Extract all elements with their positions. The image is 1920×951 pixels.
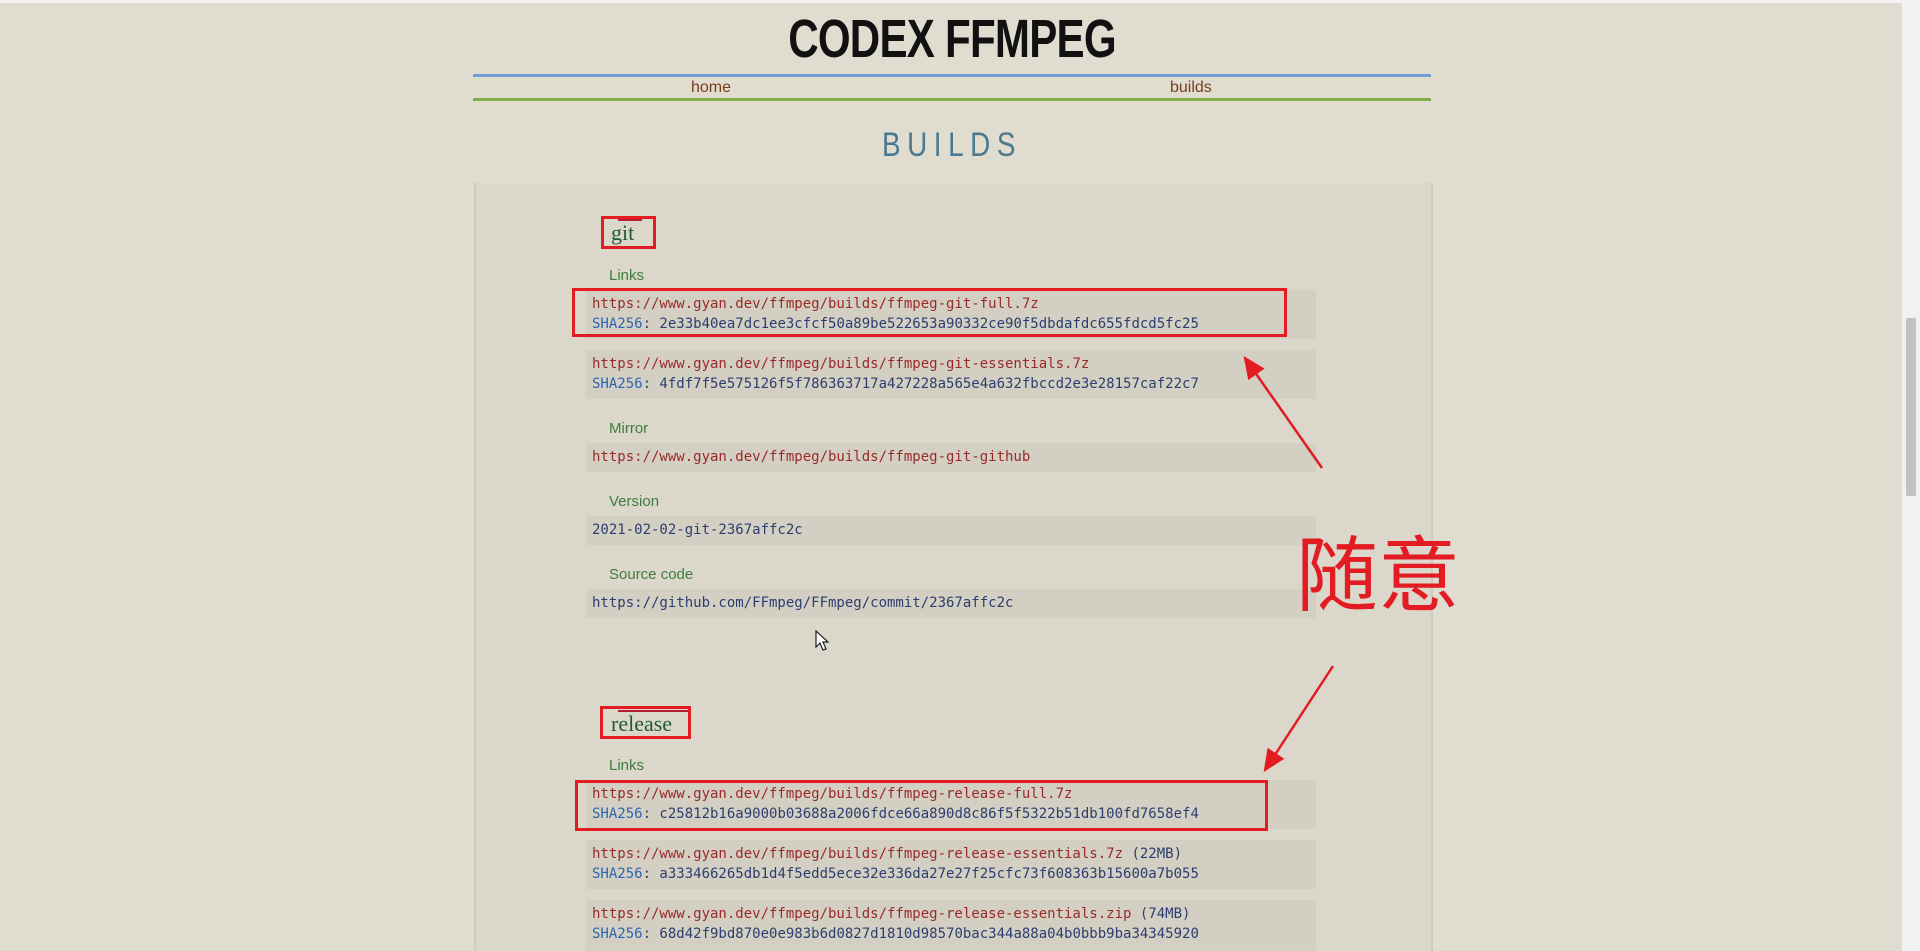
mouse-cursor-icon	[815, 630, 830, 651]
scrollbar-thumb[interactable]	[1906, 318, 1916, 496]
vertical-scrollbar[interactable]	[1902, 0, 1920, 951]
arrow-to-release-full	[1263, 665, 1335, 773]
annotation-arrows	[1243, 355, 1335, 773]
arrow-to-git-essentials	[1243, 355, 1324, 469]
browser-viewport: CODEX FFMPEG home builds BUILDS git Link…	[0, 0, 1920, 951]
